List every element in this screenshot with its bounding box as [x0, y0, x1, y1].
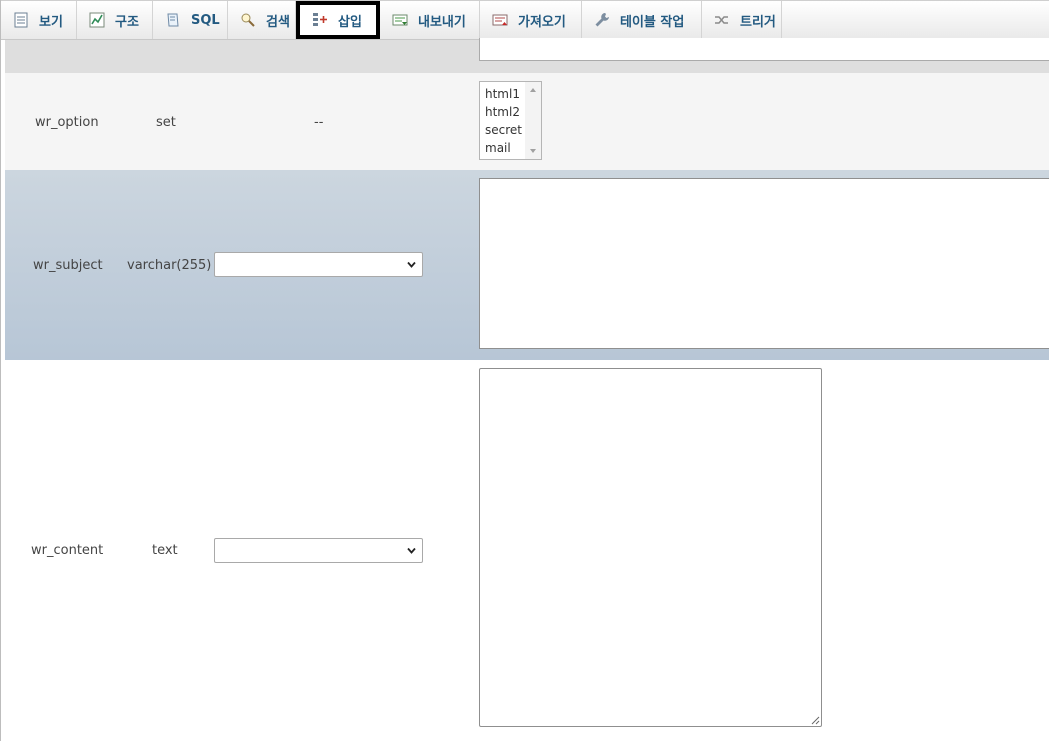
previous-value-textarea[interactable] [479, 38, 1049, 61]
export-icon [392, 12, 408, 28]
sql-icon [165, 12, 181, 28]
column-type: varchar(255) [127, 258, 212, 273]
column-name: wr_content [31, 543, 104, 558]
tab-label: 트리거 [740, 14, 776, 30]
function-placeholder: -- [314, 115, 324, 130]
table-row-wr-subject: wr_subject varchar(255) [5, 170, 1049, 360]
table-row-wr-content: wr_content text [5, 360, 1049, 741]
tab-search[interactable]: 검색 [228, 1, 296, 39]
tab-export[interactable]: 내보내기 [380, 1, 480, 39]
resize-grip-icon[interactable] [811, 716, 820, 725]
tab-label: 보기 [39, 14, 63, 30]
search-icon [240, 12, 256, 28]
trigger-icon [714, 12, 730, 28]
tab-triggers[interactable]: 트리거 [702, 1, 782, 39]
tab-label: 삽입 [338, 14, 362, 30]
insert-icon [312, 12, 328, 28]
structure-icon [89, 12, 105, 28]
import-icon [492, 12, 508, 28]
tab-sql[interactable]: SQL [153, 1, 228, 39]
tab-label: SQL [191, 12, 220, 28]
browse-icon [13, 12, 29, 28]
value-textarea[interactable] [479, 178, 1049, 349]
column-name: wr_subject [33, 258, 103, 273]
table-row [5, 38, 1049, 73]
value-textarea[interactable] [479, 368, 822, 727]
chevron-down-icon [407, 261, 416, 268]
tab-label: 가져오기 [518, 14, 566, 30]
wrench-icon [594, 12, 610, 28]
column-type: set [156, 115, 176, 130]
listbox-option[interactable]: mail [485, 139, 511, 157]
function-select[interactable] [214, 538, 423, 563]
table-row-wr-option: wr_option set -- html1 html2 secret mail [5, 73, 1049, 170]
tab-insert[interactable]: 삽입 [296, 1, 380, 39]
listbox-option[interactable]: html1 [485, 85, 520, 103]
scrollbar-arrows [530, 88, 536, 153]
tab-label: 내보내기 [418, 14, 466, 30]
tab-bar: 보기 구조 SQL 검색 삽입 내보내기 가져오기 테이블 작업 트리거 [1, 0, 1049, 40]
listbox-scrollbar[interactable] [525, 82, 541, 159]
column-name: wr_option [35, 115, 99, 130]
tab-browse[interactable]: 보기 [1, 1, 77, 39]
column-type: text [152, 543, 178, 558]
tab-label: 검색 [266, 14, 290, 30]
listbox-option[interactable]: html2 [485, 103, 520, 121]
tab-label: 테이블 작업 [620, 14, 685, 30]
tab-operations[interactable]: 테이블 작업 [582, 1, 702, 39]
listbox-option[interactable]: secret [485, 121, 522, 139]
chevron-down-icon [407, 547, 416, 554]
tab-import[interactable]: 가져오기 [480, 1, 582, 39]
tab-structure[interactable]: 구조 [77, 1, 153, 39]
tab-label: 구조 [115, 14, 139, 30]
set-value-listbox[interactable]: html1 html2 secret mail [479, 81, 542, 160]
insert-page: 보기 구조 SQL 검색 삽입 내보내기 가져오기 테이블 작업 트리거 wr_… [0, 0, 1049, 741]
function-select[interactable] [214, 252, 423, 277]
